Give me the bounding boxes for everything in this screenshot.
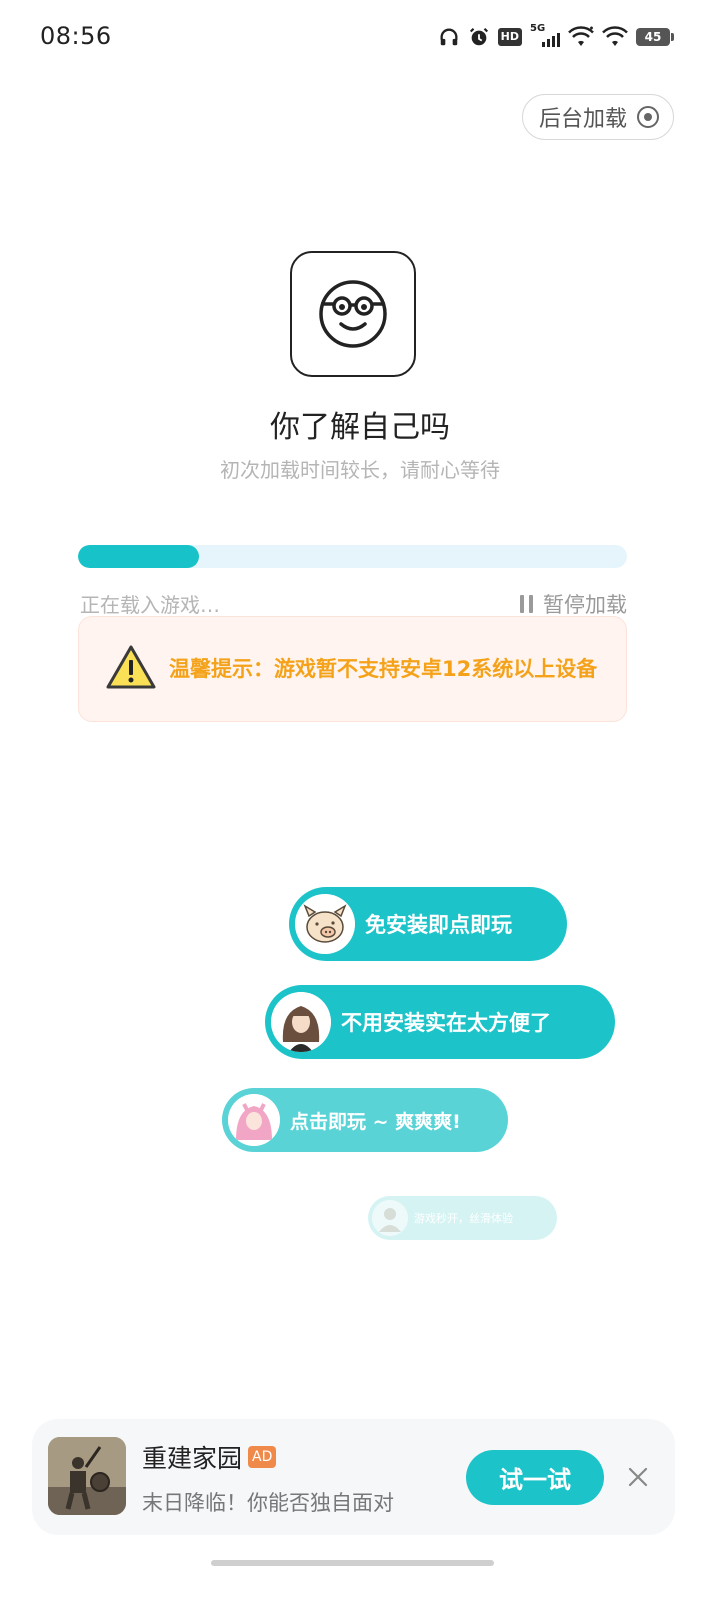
game-icon [290,251,416,377]
user-avatar [372,1200,408,1236]
alarm-icon [468,26,490,48]
ad-description: 末日降临！你能否独自面对 [142,1491,394,1515]
5g-signal-icon: 5G [530,23,560,49]
chat-bubble-text: 免安装即点即玩 [365,913,512,937]
chat-bubble: 不用安装实在太方便了 [265,985,615,1059]
wifi-icon [568,26,594,48]
anime-girl-avatar [271,992,331,1052]
chat-bubble: 点击即玩 ~ 爽爽爽! [222,1088,508,1152]
close-icon[interactable] [626,1465,650,1489]
pause-loading-label: 暂停加载 [543,593,627,617]
home-indicator[interactable] [211,1560,494,1566]
ad-title-row: 重建家园 AD [142,1439,277,1475]
game-title: 你了解自己吗 [270,410,450,445]
chat-bubble-text: 游戏秒开，丝滑体验 [414,1212,513,1225]
pause-loading-button[interactable]: 暂停加载 [520,589,627,619]
chat-bubble-text: 不用安装实在太方便了 [341,1011,551,1035]
chat-bubble-text: 点击即玩 ~ 爽爽爽! [290,1110,461,1133]
loading-progress-bar [78,545,627,568]
background-load-button[interactable]: 后台加载 [521,94,674,140]
pause-icon [520,595,533,613]
loading-progress-fill [78,545,199,568]
wifi-icon [602,26,628,48]
game-subtitle: 初次加载时间较长，请耐心等待 [220,458,500,482]
pink-hair-avatar [228,1094,280,1146]
hd-icon: HD [497,28,522,46]
status-icons: HD 5G 45 [438,23,674,50]
target-icon [637,106,659,128]
status-time: 08:56 [40,22,112,50]
warning-box: 温馨提示：游戏暂不支持安卓12系统以上设备 [78,616,627,722]
ad-thumbnail[interactable] [48,1437,126,1515]
warning-icon [105,644,157,694]
ad-card[interactable]: 重建家园 AD 末日降临！你能否独自面对 试一试 [32,1419,675,1535]
ad-title: 重建家园 [142,1444,243,1473]
try-button[interactable]: 试一试 [466,1450,604,1505]
warning-text: 温馨提示：游戏暂不支持安卓12系统以上设备 [169,657,598,681]
chat-bubble: 免安装即点即玩 [289,887,567,961]
battery-icon: 45 [636,28,674,46]
chat-bubble: 游戏秒开，丝滑体验 [368,1196,557,1240]
background-load-label: 后台加载 [538,107,627,132]
ad-badge: AD [248,1446,277,1468]
loading-status-text: 正在载入游戏… [80,593,220,617]
headphones-icon [438,26,460,48]
smiley-glasses-icon [319,280,387,348]
pig-avatar [295,894,355,954]
